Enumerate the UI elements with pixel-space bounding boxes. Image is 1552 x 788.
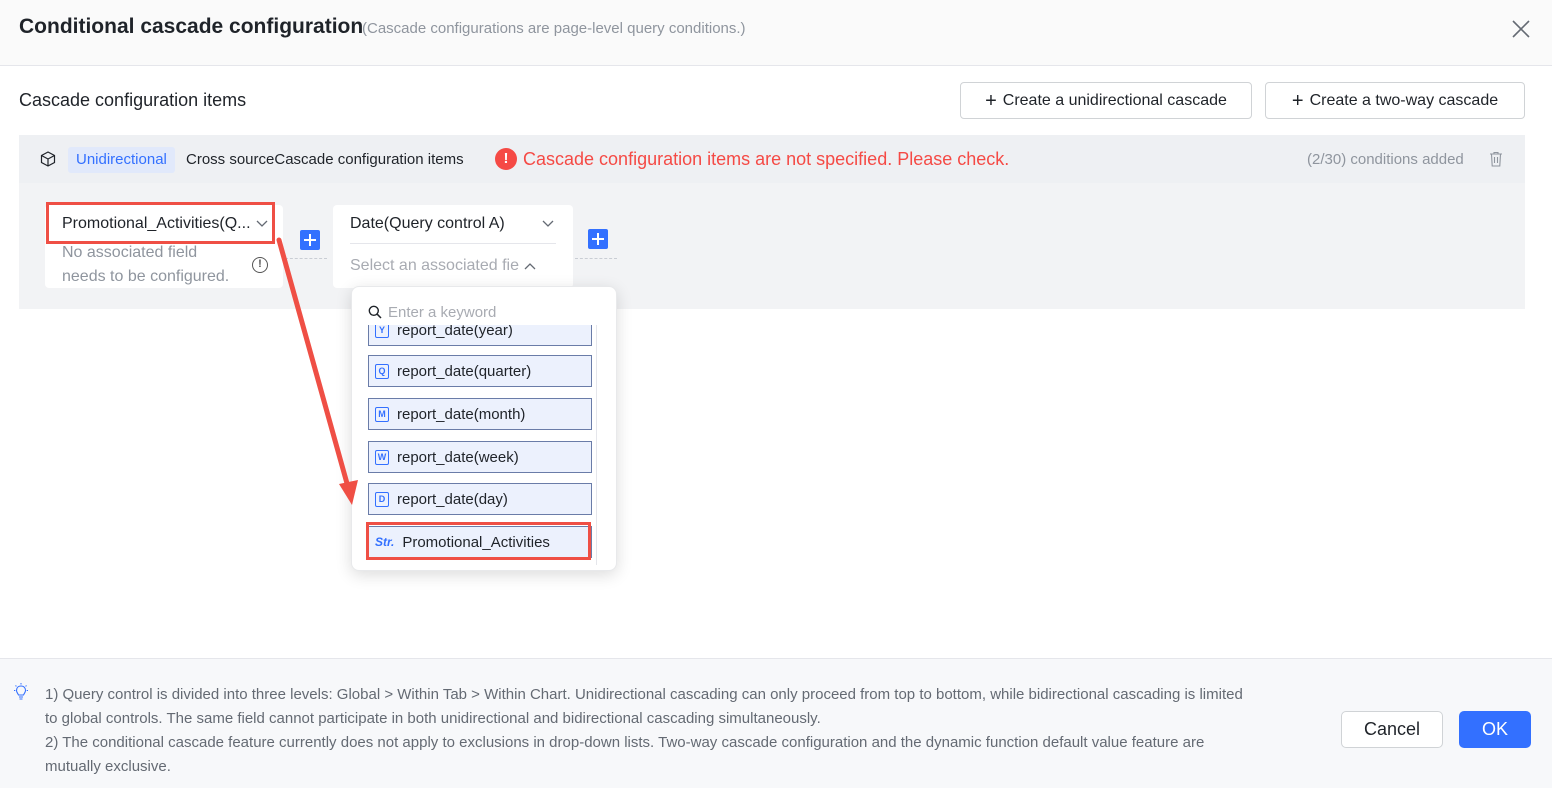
section-title: Cascade configuration items <box>19 90 247 110</box>
create-unidirectional-button[interactable]: + Create a unidirectional cascade <box>960 82 1252 119</box>
create-two-way-label: Create a two-way cascade <box>1309 91 1499 109</box>
control-a-hint-line: needs to be configured. <box>62 268 230 285</box>
note-line: 1) Query control is divided into three l… <box>45 686 1243 703</box>
search-icon <box>368 305 382 319</box>
direction-tag: Unidirectional <box>68 147 175 173</box>
search-box <box>368 299 604 325</box>
connector-line <box>575 258 617 259</box>
config-item-label: Cross sourceCascade configuration items <box>186 151 464 168</box>
divider <box>350 243 556 244</box>
list-item[interactable]: W report_date(week) <box>368 441 592 473</box>
dialog-subtitle: (Cascade configurations are page-level q… <box>362 20 746 37</box>
warning-message: Cascade configuration items are not spec… <box>523 149 1010 169</box>
dialog-header: Conditional cascade configuration (Casca… <box>0 0 1552 66</box>
warning-icon: ! <box>495 148 517 170</box>
control-a-hint: No associated field needs to be configur… <box>62 241 229 289</box>
create-two-way-button[interactable]: + Create a two-way cascade <box>1265 82 1525 119</box>
cube-icon <box>40 151 56 167</box>
connector-line <box>285 258 327 259</box>
plus-icon: + <box>985 89 997 112</box>
ok-button[interactable]: OK <box>1459 711 1531 748</box>
highlight-frame <box>46 202 275 244</box>
scrollbar[interactable] <box>596 325 597 565</box>
conditions-count: (2/30) conditions added <box>1307 151 1464 168</box>
dialog-footer: 1) Query control is divided into three l… <box>0 658 1552 788</box>
control-a-hint-line: No associated field <box>62 244 198 261</box>
chevron-down-icon <box>542 220 554 227</box>
control-b-card: Date(Query control A) Select an associat… <box>333 205 573 288</box>
note-line: mutually exclusive. <box>45 758 171 775</box>
trash-icon[interactable] <box>1489 151 1503 167</box>
list-item-label: report_date(quarter) <box>397 362 532 380</box>
list-item[interactable]: D report_date(day) <box>368 483 592 515</box>
search-input[interactable] <box>388 303 598 321</box>
chevron-up-icon <box>524 263 536 270</box>
dialog-title: Conditional cascade configuration <box>19 15 364 38</box>
create-unidirectional-label: Create a unidirectional cascade <box>1002 91 1227 109</box>
list-item-label: report_date(week) <box>397 448 519 466</box>
control-b-select[interactable]: Date(Query control A) <box>350 213 550 235</box>
list-item[interactable]: Y report_date(year) <box>368 325 592 346</box>
add-control-button[interactable] <box>588 229 608 249</box>
info-icon[interactable]: ! <box>252 257 268 273</box>
plus-icon: + <box>1291 89 1304 112</box>
note-line: to global controls. The same field canno… <box>45 710 821 727</box>
config-item-header: Unidirectional Cross sourceCascade confi… <box>19 135 1525 183</box>
cancel-button[interactable]: Cancel <box>1341 711 1443 748</box>
control-b-value: Date(Query control A) <box>350 215 505 232</box>
day-type-icon: D <box>375 491 389 507</box>
note-line: 2) The conditional cascade feature curre… <box>45 734 1205 751</box>
list-item-label: report_date(year) <box>397 325 513 339</box>
close-icon[interactable] <box>1508 16 1534 42</box>
month-type-icon: M <box>375 406 389 422</box>
list-item-label: report_date(month) <box>397 405 526 423</box>
highlight-frame <box>366 522 591 560</box>
quarter-type-icon: Q <box>375 363 389 379</box>
week-type-icon: W <box>375 449 389 465</box>
footer-notes: 1) Query control is divided into three l… <box>45 683 1345 779</box>
list-item-label: report_date(day) <box>397 490 508 508</box>
list-item[interactable]: Q report_date(quarter) <box>368 355 592 387</box>
year-type-icon: Y <box>375 325 389 338</box>
associated-field-placeholder: Select an associated fie <box>350 257 519 274</box>
lightbulb-icon <box>14 683 28 700</box>
list-item[interactable]: M report_date(month) <box>368 398 592 430</box>
associated-field-select[interactable]: Select an associated fie <box>350 255 520 277</box>
add-control-button[interactable] <box>300 230 320 250</box>
